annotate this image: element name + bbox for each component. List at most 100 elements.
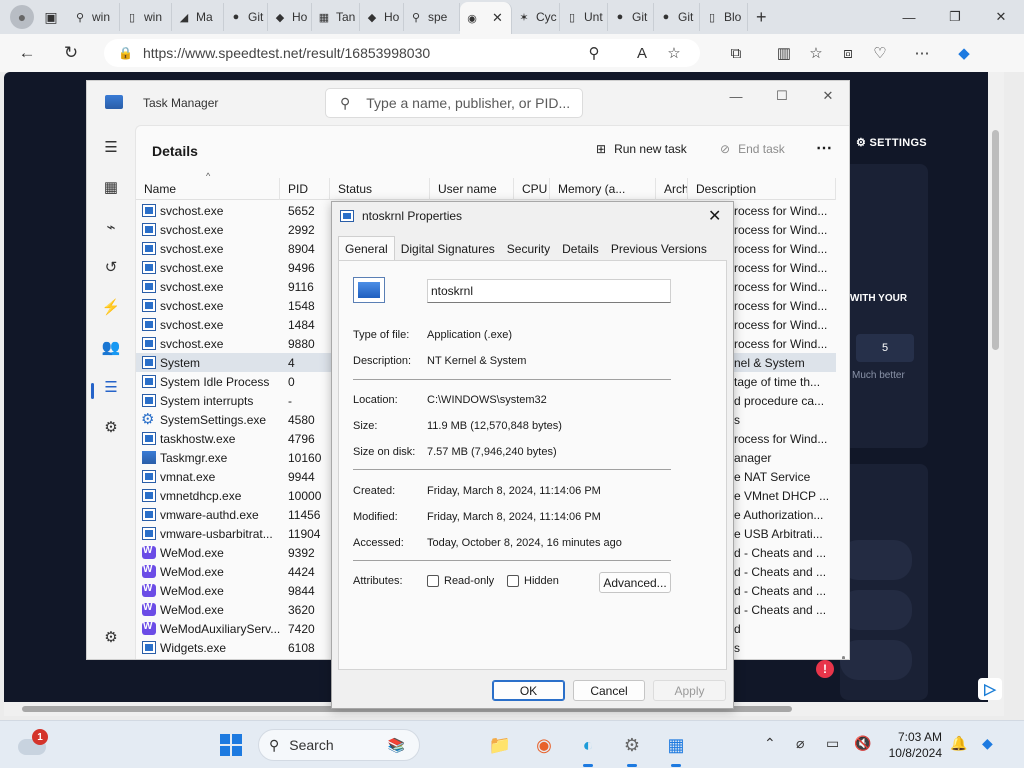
users-icon[interactable]: 👥 [101, 337, 121, 357]
taskbar-search[interactable]: ⚲ Search 📚 [258, 729, 420, 761]
browser-tab[interactable]: ◉ ✕ [460, 2, 512, 34]
read-aloud-icon[interactable]: A [626, 45, 658, 62]
close-icon[interactable]: ✕ [805, 85, 849, 107]
close-icon[interactable]: ✕ [708, 206, 721, 226]
notification-bell-icon[interactable]: 🔔 [950, 735, 967, 752]
file-explorer-icon[interactable]: 📁 [486, 731, 514, 759]
run-new-task-button[interactable]: ⊞ Run new task [596, 142, 687, 156]
process-list-scrollbar[interactable] [842, 656, 845, 659]
copilot-icon[interactable]: ◆ [982, 735, 993, 752]
browser-tab[interactable]: ◢ Ma [172, 3, 224, 31]
close-tab-icon[interactable]: ✕ [492, 10, 503, 26]
split-screen-icon[interactable]: ▥ [768, 44, 800, 62]
refresh-icon[interactable]: ↻ [56, 38, 86, 68]
page-vertical-scrollbar[interactable] [988, 72, 1004, 702]
graph-pill [840, 540, 912, 580]
browser-tab[interactable]: ● Git [224, 3, 268, 31]
dialog-tab[interactable]: Security [501, 238, 556, 260]
dialog-tab[interactable]: Details [556, 238, 605, 260]
read-only-checkbox[interactable]: Read-only [427, 575, 494, 587]
cancel-button[interactable]: Cancel [573, 680, 645, 701]
process-search-input[interactable]: ⚲ Type a name, publisher, or PID... [325, 88, 583, 118]
advanced-button[interactable]: Advanced... [599, 572, 671, 593]
processes-icon[interactable]: ▦ [101, 177, 121, 197]
end-task-button[interactable]: ⊘ End task [720, 142, 785, 156]
settings-link[interactable]: ⚙ SETTINGS [856, 136, 927, 149]
dialog-tab[interactable]: Previous Versions [605, 238, 713, 260]
browser-tab[interactable]: ◆ Ho [360, 3, 404, 31]
hidden-checkbox[interactable]: Hidden [507, 575, 559, 587]
browser-tab[interactable]: ✶ Cyc [512, 3, 560, 31]
column-header[interactable]: Description [688, 178, 836, 200]
browser-tab[interactable]: ▯ Unt [560, 3, 608, 31]
location-icon[interactable]: ⚲ [578, 44, 610, 62]
collections-icon[interactable]: ⧈ [832, 45, 864, 62]
system-clock[interactable]: 7:03 AM 10/8/2024 [884, 729, 942, 761]
favorites-icon[interactable]: ☆ [800, 44, 832, 62]
file-name-field[interactable]: ntoskrnl [427, 279, 671, 303]
browser-tab[interactable]: ⚲ win [68, 3, 120, 31]
hamburger-menu-icon[interactable]: ☰ [101, 137, 121, 157]
weather-widget[interactable]: 1 [18, 729, 48, 757]
favorite-star-icon[interactable]: ☆ [658, 44, 690, 62]
display-icon[interactable]: ▭ [826, 735, 839, 752]
browser-tab[interactable]: ⚲ spe [404, 3, 460, 31]
column-header[interactable]: Memory (a... [550, 178, 656, 200]
startup-apps-icon[interactable]: ⚡ [101, 297, 121, 317]
maximize-icon[interactable]: ☐ [759, 85, 805, 107]
copilot-icon[interactable]: ◆ [948, 44, 980, 62]
type-value: Application (.exe) [427, 329, 512, 341]
chevron-up-icon[interactable]: ⌃ [764, 735, 776, 752]
settings-icon[interactable]: ⚙ [101, 627, 121, 647]
process-name: WeMod.exe [160, 545, 224, 560]
performance-icon[interactable]: ⌁ [101, 217, 121, 237]
browser-tab[interactable]: ▯ Blo [700, 3, 748, 31]
column-header[interactable]: PID [280, 178, 330, 200]
network-icon[interactable]: ⌀ [796, 735, 804, 752]
task-manager-icon[interactable]: ▦ [662, 731, 690, 767]
firefox-icon[interactable]: ◉ [530, 731, 558, 759]
start-button[interactable] [220, 734, 242, 756]
checkbox-box[interactable] [427, 575, 439, 587]
rating-button[interactable]: 5 [856, 334, 914, 362]
new-tab-icon[interactable]: + [756, 7, 767, 28]
column-header[interactable]: CPU [514, 178, 550, 200]
minimize-icon[interactable]: — [886, 0, 932, 34]
minimize-icon[interactable]: — [713, 85, 759, 107]
browser-tab[interactable]: ▯ win [120, 3, 172, 31]
details-icon[interactable]: ☰ [101, 377, 121, 397]
performance-icon[interactable]: ♡ [864, 44, 896, 62]
back-icon[interactable]: ← [12, 38, 42, 68]
dialog-tab[interactable]: Digital Signatures [395, 238, 501, 260]
file-name-value: ntoskrnl [431, 284, 474, 298]
profile-icon[interactable]: ● [10, 5, 34, 29]
app-history-icon[interactable]: ↺ [101, 257, 121, 277]
ok-button[interactable]: OK [492, 680, 565, 701]
dialog-tab[interactable]: General [338, 236, 395, 260]
process-icon [142, 508, 156, 521]
more-menu-icon[interactable]: ⋯ [906, 44, 938, 62]
more-options-icon[interactable]: ⋯ [816, 138, 833, 158]
volume-icon[interactable]: 🔇 [854, 735, 871, 752]
apply-button[interactable]: Apply [653, 680, 726, 701]
browser-tab[interactable]: ● Git [654, 3, 700, 31]
checkbox-box[interactable] [507, 575, 519, 587]
tab-actions-icon[interactable]: ▣ [40, 6, 62, 28]
extensions-icon[interactable]: ⧉ [720, 45, 752, 62]
warning-icon[interactable]: ! [816, 660, 834, 678]
browser-tab[interactable]: ◆ Ho [268, 3, 312, 31]
column-header[interactable]: Archite... [656, 178, 688, 200]
services-icon[interactable]: ⚙ [101, 417, 121, 437]
close-window-icon[interactable]: ✕ [978, 0, 1024, 34]
scroll-thumb[interactable] [992, 130, 999, 350]
column-header[interactable]: User name [430, 178, 514, 200]
column-header[interactable]: Name [136, 178, 280, 200]
restore-icon[interactable]: ❐ [932, 0, 978, 34]
browser-tab[interactable]: ● Git [608, 3, 654, 31]
browser-tab[interactable]: ▦ Tan [312, 3, 360, 31]
settings-icon[interactable]: ⚙ [618, 731, 646, 767]
lock-icon[interactable]: 🔒 [118, 46, 133, 60]
edge-icon[interactable]: ◐ [574, 731, 602, 767]
column-header[interactable]: Status [330, 178, 430, 200]
page-widget-icon[interactable]: ▷ [978, 678, 1002, 700]
